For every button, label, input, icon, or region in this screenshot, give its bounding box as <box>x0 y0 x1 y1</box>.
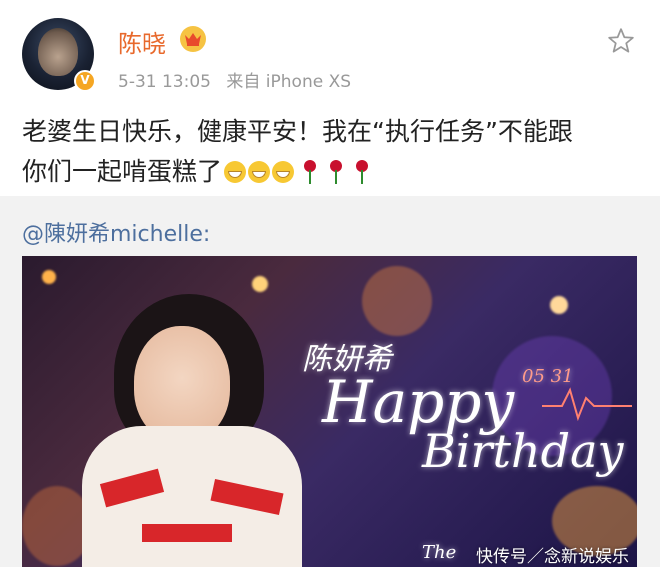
heartbeat-line <box>542 387 632 422</box>
bokeh-light <box>252 276 268 292</box>
grin-emoji-icon <box>248 161 271 183</box>
grin-emoji-icon <box>272 161 295 183</box>
bokeh-light <box>550 296 568 314</box>
avatar-photo <box>38 28 78 76</box>
content-line-2-wrap: 你们一起啃蛋糕了 <box>22 152 642 192</box>
repost-image[interactable]: 陈妍希 05 31 Happy Birthday The <box>22 256 637 567</box>
star-icon[interactable] <box>606 26 636 60</box>
repost-card[interactable]: @陳妍希michelle: 陈妍希 05 31 Happy Birthday T… <box>0 196 660 567</box>
verified-badge-icon: V <box>74 70 96 92</box>
portrait-face <box>134 326 230 442</box>
image-birthday-text: Birthday <box>422 424 624 478</box>
rose-icon <box>300 160 320 184</box>
rose-icon <box>352 160 372 184</box>
bokeh-light <box>42 270 56 284</box>
image-footer-text: The <box>422 542 457 563</box>
weibo-post: V 陈晓 5-31 13:05 来自 iPhone XS 老婆生日快乐，健康平安… <box>0 0 660 196</box>
content-line-2: 你们一起啃蛋糕了 <box>22 157 223 186</box>
repost-mention[interactable]: @陳妍希michelle: <box>22 216 210 248</box>
content-line-1: 老婆生日快乐，健康平安！我在“执行任务”不能跟 <box>22 117 573 146</box>
sweater-pattern <box>142 524 232 542</box>
post-meta: 5-31 13:05 来自 iPhone XS <box>118 67 361 92</box>
bokeh-light <box>362 266 432 336</box>
watermark: 快传号／念新说娱乐 <box>476 547 629 567</box>
post-source[interactable]: 来自 iPhone XS <box>226 72 351 92</box>
crown-icon[interactable] <box>180 26 206 52</box>
post-time: 5-31 13:05 <box>118 72 211 92</box>
grin-emoji-icon <box>224 161 247 183</box>
post-content: 老婆生日快乐，健康平安！我在“执行任务”不能跟 你们一起啃蛋糕了 <box>22 112 642 192</box>
username[interactable]: 陈晓 <box>118 24 166 59</box>
rose-icon <box>326 160 346 184</box>
